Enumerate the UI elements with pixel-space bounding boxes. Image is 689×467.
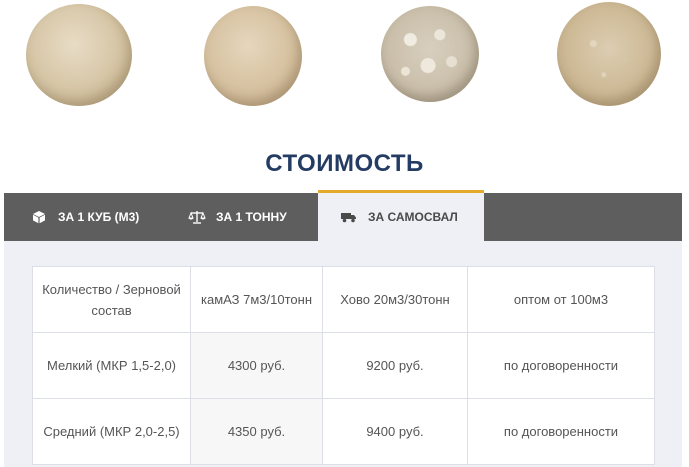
header-cell: Количество / Зерновой состав (32, 266, 191, 333)
table-cell: по договоренности (467, 332, 655, 399)
tab-per-cubic-meter[interactable]: ЗА 1 КУБ (М3) (30, 193, 139, 241)
tab-label: ЗА САМОСВАЛ (368, 210, 458, 224)
table-cell: 9400 руб. (322, 398, 468, 465)
tab-label: ЗА 1 ТОННУ (216, 210, 287, 224)
table-cell: по договоренности (467, 398, 655, 465)
table-header-row: Количество / Зерновой состав камАЗ 7м3/1… (32, 266, 655, 333)
tab-per-dump-truck[interactable]: ЗА САМОСВАЛ (318, 190, 484, 241)
table-cell: 4350 руб. (190, 398, 323, 465)
header-cell: Хово 20м3/30тонн (322, 266, 468, 333)
table-cell: Средний (МКР 2,0-2,5) (32, 398, 191, 465)
sand-sample-image (557, 2, 661, 106)
product-samples (0, 0, 689, 115)
scales-icon (188, 210, 206, 224)
sand-sample-image (26, 4, 132, 106)
table-cell: Мелкий (МКР 1,5-2,0) (32, 332, 191, 399)
price-table: Количество / Зерновой состав камАЗ 7м3/1… (32, 266, 655, 465)
cube-icon (30, 210, 48, 224)
table-cell: 4300 руб. (190, 332, 323, 399)
table-cell: 9200 руб. (322, 332, 468, 399)
truck-icon (340, 211, 358, 223)
price-tabs: ЗА 1 КУБ (М3) ЗА 1 ТОННУ ЗА САМОСВАЛ (4, 190, 682, 241)
section-title: СТОИМОСТЬ (265, 150, 424, 177)
table-row: Мелкий (МКР 1,5-2,0) 4300 руб. 9200 руб.… (32, 332, 655, 399)
sand-sample-image (204, 6, 302, 106)
tab-label: ЗА 1 КУБ (М3) (58, 210, 140, 224)
tab-per-ton[interactable]: ЗА 1 ТОННУ (188, 193, 287, 241)
header-cell: оптом от 100м3 (467, 266, 655, 333)
gravel-sample-image (381, 6, 479, 102)
table-row: Средний (МКР 2,0-2,5) 4350 руб. 9400 руб… (32, 398, 655, 465)
header-cell: камАЗ 7м3/10тонн (190, 266, 323, 333)
